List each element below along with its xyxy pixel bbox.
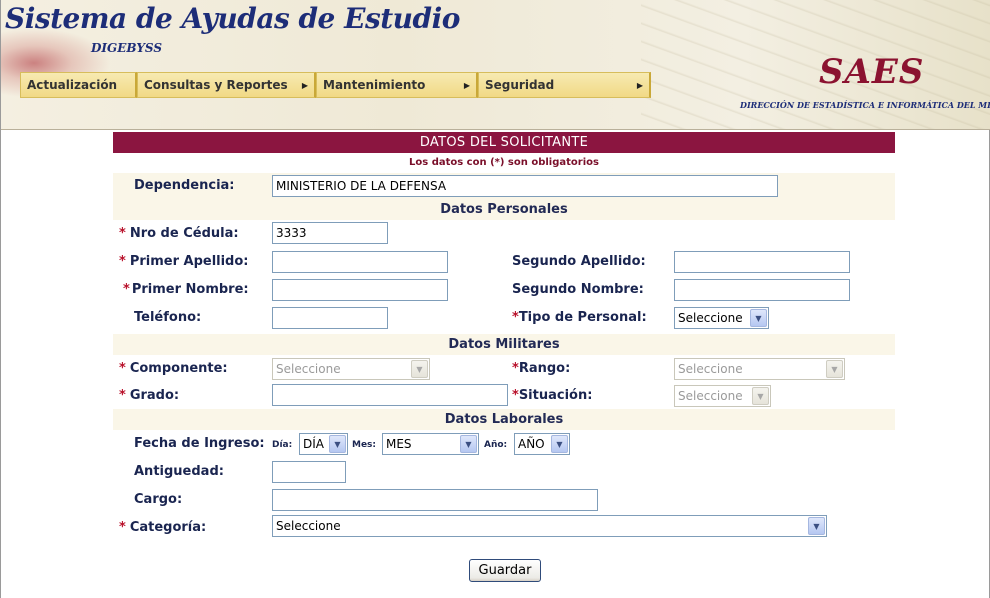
triangle-right-icon: ▶ — [301, 80, 308, 90]
select-value: Seleccione — [276, 519, 341, 533]
app-title: Sistema de Ayudas de Estudio — [5, 2, 460, 35]
select-value: AÑO — [518, 437, 545, 451]
select-value: Seleccione — [678, 389, 743, 403]
select-value: Seleccione — [678, 362, 743, 376]
select-value: DÍA — [303, 437, 324, 451]
menu-item-consultas-reportes[interactable]: Consultas y Reportes ▶ — [137, 72, 316, 98]
row-categoria: * Categoría: Seleccione ▼ — [113, 514, 895, 542]
fecha-ingreso-label: Fecha de Ingreso: — [134, 436, 265, 451]
required-mark: * — [512, 310, 519, 325]
row-componente: * Componente: Seleccione ▼ *Rango: Selecc… — [113, 355, 895, 382]
row-dependencia: Dependencia: — [113, 173, 895, 199]
situacion-label: *Situación: — [512, 388, 593, 403]
chevron-down-icon[interactable]: ▼ — [460, 435, 477, 453]
chevron-down-icon[interactable]: ▼ — [808, 517, 825, 535]
required-mark: * — [512, 361, 519, 376]
segundo-apellido-label: Segundo Apellido: — [512, 254, 646, 269]
dia-label: Día: — [272, 440, 293, 450]
triangle-right-icon: ▶ — [463, 80, 470, 90]
row-fecha-ingreso: Fecha de Ingreso: Día: DÍA ▼ Mes: MES ▼ … — [113, 430, 895, 458]
antiguedad-label: Antiguedad: — [134, 464, 224, 479]
rango-select[interactable]: Seleccione ▼ — [674, 358, 845, 380]
chevron-down-icon[interactable]: ▼ — [750, 309, 767, 327]
menu-item-mantenimiento[interactable]: Mantenimiento ▶ — [316, 72, 478, 98]
required-mark: * — [119, 520, 126, 535]
chevron-down-icon: ▼ — [411, 360, 428, 378]
componente-select[interactable]: Seleccione ▼ — [272, 358, 430, 380]
section-datos-laborales: Datos Laborales — [113, 409, 895, 430]
dependencia-label: Dependencia: — [134, 178, 235, 193]
telefono-input[interactable] — [272, 307, 388, 329]
row-cargo: Cargo: — [113, 486, 895, 514]
anio-select[interactable]: AÑO ▼ — [514, 433, 570, 455]
segundo-nombre-input[interactable] — [674, 279, 850, 301]
cargo-input[interactable] — [272, 489, 598, 511]
app-header: Sistema de Ayudas de Estudio DIGEBYSS SA… — [1, 0, 990, 130]
solicitante-form: DATOS DEL SOLICITANTE Los datos con (*) … — [113, 132, 895, 588]
row-grado: * Grado: *Situación: Seleccione ▼ — [113, 382, 895, 409]
app-subtitle: DIGEBYSS — [91, 41, 162, 55]
primer-apellido-input[interactable] — [272, 251, 448, 273]
row-antiguedad: Antiguedad: — [113, 458, 895, 486]
chevron-down-icon[interactable]: ▼ — [551, 435, 568, 453]
header-pattern — [641, 0, 990, 129]
chevron-down-icon: ▼ — [752, 387, 769, 405]
required-notice: Los datos con (*) son obligatorios — [409, 157, 599, 168]
dia-select[interactable]: DÍA ▼ — [299, 433, 348, 455]
mes-label: Mes: — [352, 440, 377, 450]
triangle-right-icon: ▶ — [636, 80, 643, 90]
telefono-label: Teléfono: — [134, 310, 202, 325]
main-menu: Actualización Consultas y Reportes ▶ Man… — [20, 72, 651, 98]
chevron-down-icon: ▼ — [826, 360, 843, 378]
form-title: DATOS DEL SOLICITANTE — [113, 132, 895, 153]
section-datos-personales: Datos Personales — [113, 199, 895, 220]
menu-item-label: Consultas y Reportes — [144, 78, 288, 92]
grado-input[interactable] — [272, 384, 508, 406]
logo-subtitle: DIRECCIÓN DE ESTADÍSTICA E INFORMÁTICA D… — [740, 100, 990, 110]
cedula-label: * Nro de Cédula: — [119, 226, 239, 241]
menu-item-label: Actualización — [27, 78, 118, 92]
primer-apellido-label: * Primer Apellido: — [119, 254, 249, 269]
required-mark: * — [512, 388, 519, 403]
menu-item-label: Mantenimiento — [323, 78, 426, 92]
componente-label: * Componente: — [119, 361, 228, 376]
required-mark: * — [123, 282, 130, 297]
dependencia-input[interactable] — [272, 175, 778, 197]
mes-select[interactable]: MES ▼ — [382, 433, 479, 455]
guardar-button[interactable]: Guardar — [469, 559, 541, 582]
menu-item-actualizacion[interactable]: Actualización — [20, 72, 137, 98]
tipo-personal-select[interactable]: Seleccione ▼ — [674, 307, 769, 329]
required-mark: * — [119, 254, 126, 269]
tipo-personal-label: *Tipo de Personal: — [512, 310, 647, 325]
required-mark: * — [119, 361, 126, 376]
antiguedad-input[interactable] — [272, 461, 346, 483]
categoria-label: * Categoría: — [119, 520, 207, 535]
row-telefono: Teléfono: *Tipo de Personal: Seleccione … — [113, 304, 895, 332]
section-datos-militares: Datos Militares — [113, 334, 895, 355]
chevron-down-icon[interactable]: ▼ — [329, 435, 346, 453]
segundo-nombre-label: Segundo Nombre: — [512, 282, 644, 297]
segundo-apellido-input[interactable] — [674, 251, 850, 273]
row-apellidos: * Primer Apellido: Segundo Apellido: — [113, 248, 895, 276]
saes-logo: SAES — [819, 52, 925, 92]
rango-label: *Rango: — [512, 361, 571, 376]
menu-item-label: Seguridad — [485, 78, 555, 92]
categoria-select[interactable]: Seleccione ▼ — [272, 515, 827, 537]
primer-nombre-label: * Primer Nombre: — [123, 282, 249, 297]
row-cedula: * Nro de Cédula: — [113, 220, 895, 248]
required-mark: * — [119, 388, 126, 403]
cedula-input[interactable] — [272, 222, 388, 244]
select-value: Seleccione — [276, 362, 341, 376]
select-value: Seleccione — [678, 311, 743, 325]
select-value: MES — [386, 437, 412, 451]
required-mark: * — [119, 226, 126, 241]
primer-nombre-input[interactable] — [272, 279, 448, 301]
row-nombres: * Primer Nombre: Segundo Nombre: — [113, 276, 895, 304]
cargo-label: Cargo: — [134, 492, 183, 507]
menu-item-seguridad[interactable]: Seguridad ▶ — [478, 72, 651, 98]
anio-label: Año: — [484, 440, 508, 450]
situacion-select[interactable]: Seleccione ▼ — [674, 385, 771, 407]
grado-label: * Grado: — [119, 388, 180, 403]
row-actions: Guardar — [113, 542, 895, 588]
